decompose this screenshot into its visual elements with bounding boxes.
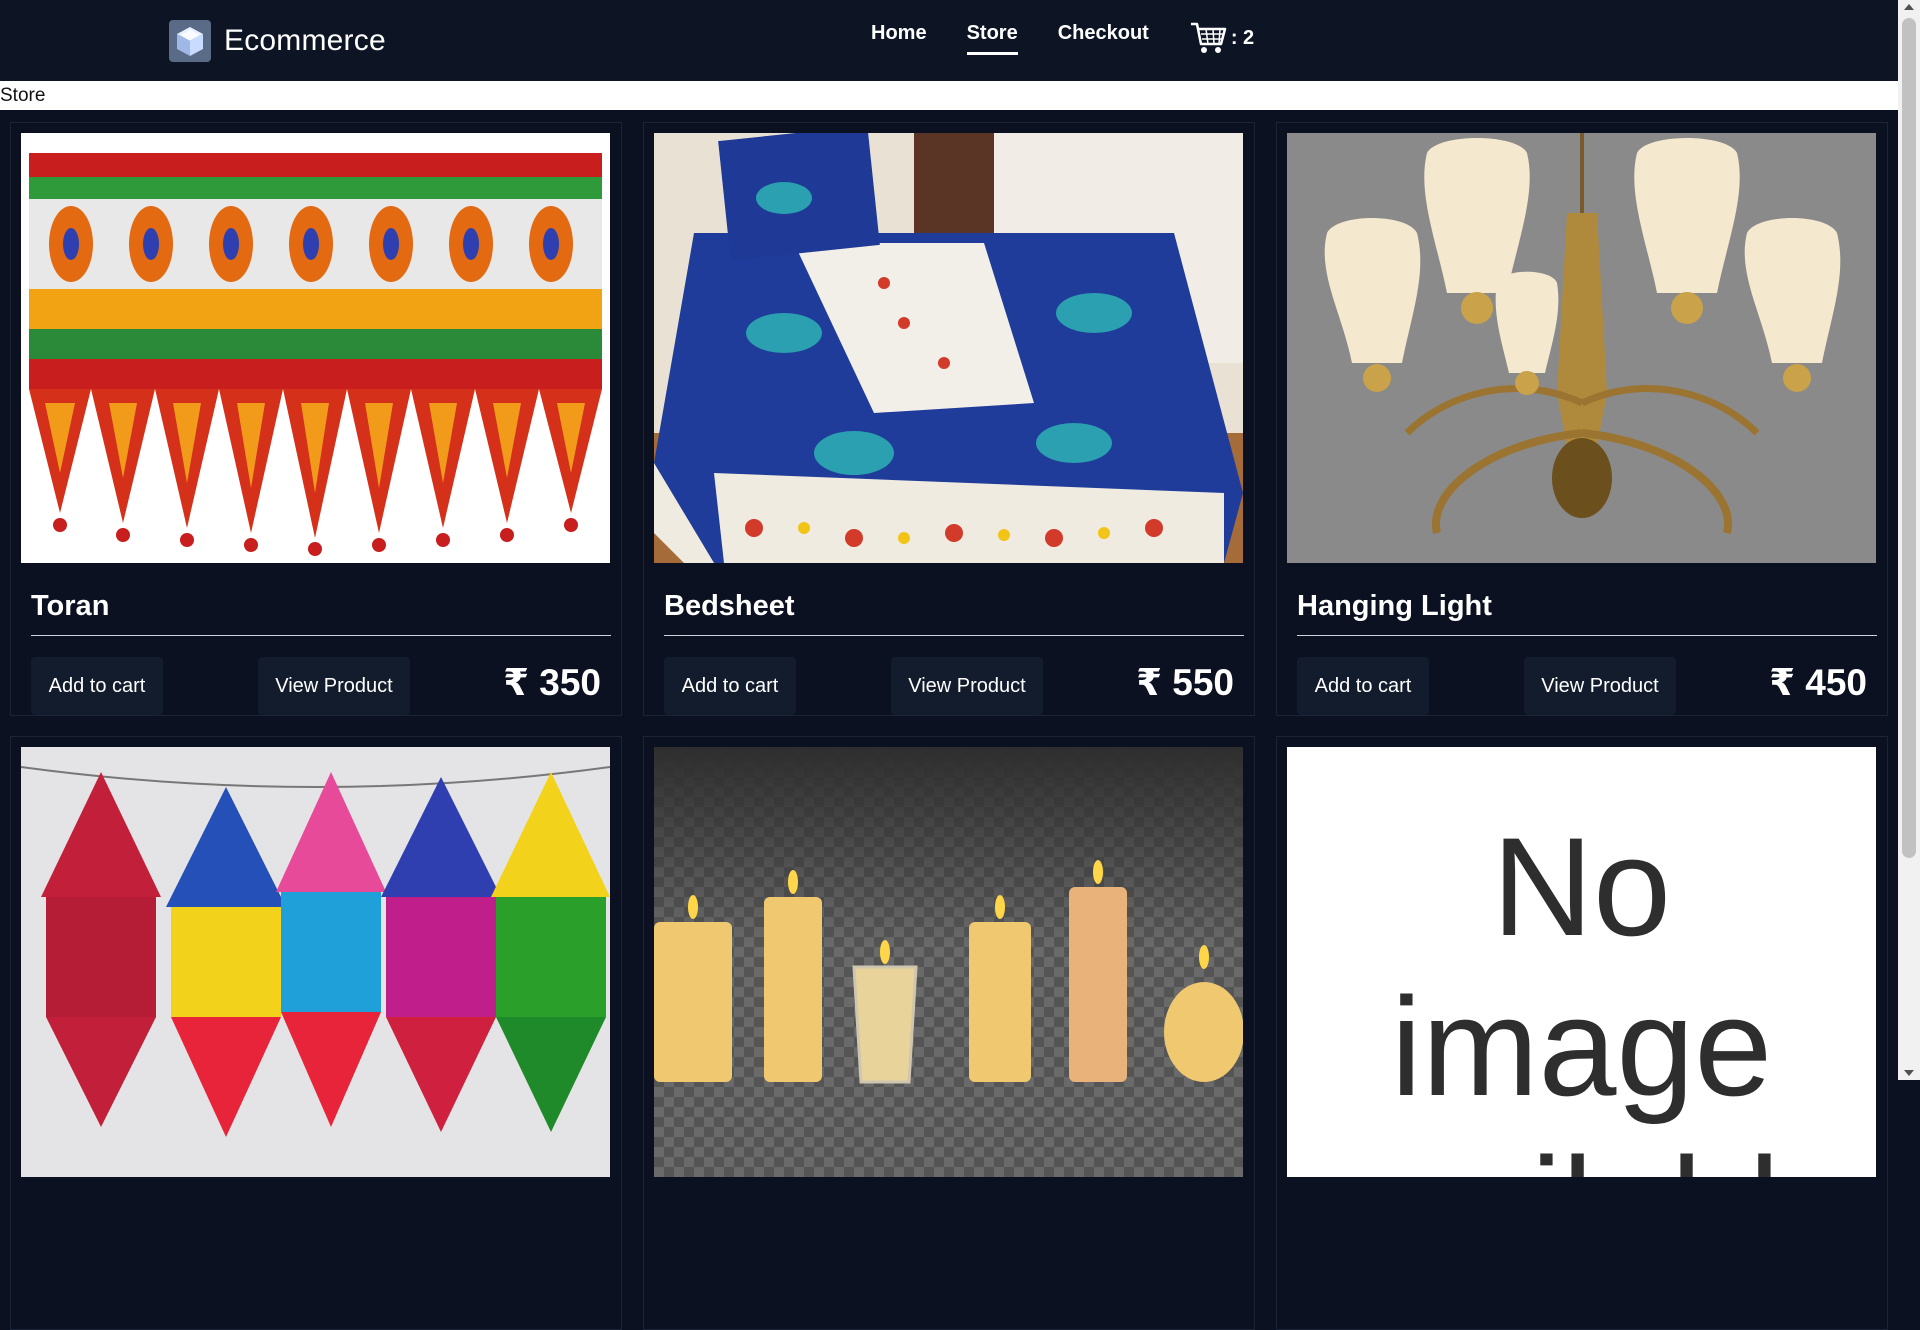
divider [664, 635, 1244, 636]
divider [1297, 635, 1877, 636]
view-product-button[interactable]: View Product [258, 657, 410, 715]
lanterns-image[interactable] [21, 747, 610, 1177]
no-image-text: No image available [1305, 808, 1858, 1177]
add-to-cart-button[interactable]: Add to cart [664, 657, 796, 715]
product-title: Hanging Light [1297, 590, 1492, 622]
divider [31, 635, 611, 636]
toran-image[interactable] [21, 133, 610, 563]
product-price: ₹ 550 [1136, 662, 1234, 703]
scroll-down-arrow-icon[interactable] [1904, 1070, 1914, 1076]
product-card [643, 736, 1255, 1330]
cart-link[interactable]: : 2 [1189, 20, 1254, 56]
product-card: Hanging Light Add to cart View Product ₹… [1276, 122, 1888, 716]
navbar: Ecommerce Home Store Checkout : 2 [0, 0, 1898, 81]
nav-links: Home Store Checkout : 2 [871, 22, 1254, 56]
product-title: Toran [31, 590, 110, 622]
add-to-cart-button[interactable]: Add to cart [31, 657, 163, 715]
brand-name: Ecommerce [224, 24, 386, 57]
nav-checkout-link[interactable]: Checkout [1058, 22, 1149, 52]
product-card: No image available [1276, 736, 1888, 1330]
nav-store-link[interactable]: Store [966, 22, 1018, 55]
product-price: ₹ 350 [503, 662, 601, 703]
breadcrumb: Store [0, 81, 1898, 110]
product-card [10, 736, 622, 1330]
no-image-placeholder[interactable]: No image available [1287, 747, 1876, 1177]
chandelier-image[interactable] [1287, 133, 1876, 563]
cart-icon [1190, 22, 1227, 53]
bedsheet-image[interactable] [654, 133, 1243, 563]
product-card: Bedsheet Add to cart View Product ₹ 550 [643, 122, 1255, 716]
brand[interactable]: Ecommerce [169, 20, 386, 62]
product-card: Toran Add to cart View Product ₹ 350 [10, 122, 622, 716]
candles-image[interactable] [654, 747, 1243, 1177]
product-price: ₹ 450 [1769, 662, 1867, 703]
cart-count: : 2 [1230, 26, 1255, 49]
scroll-up-arrow-icon[interactable] [1904, 4, 1914, 10]
nav-home-link[interactable]: Home [871, 22, 927, 52]
add-to-cart-button[interactable]: Add to cart [1297, 657, 1429, 715]
scroll-thumb[interactable] [1902, 18, 1916, 858]
cube-logo-icon [169, 20, 211, 62]
page-scrollbar[interactable] [1898, 0, 1920, 1080]
product-title: Bedsheet [664, 590, 795, 622]
view-product-button[interactable]: View Product [1524, 657, 1676, 715]
view-product-button[interactable]: View Product [891, 657, 1043, 715]
